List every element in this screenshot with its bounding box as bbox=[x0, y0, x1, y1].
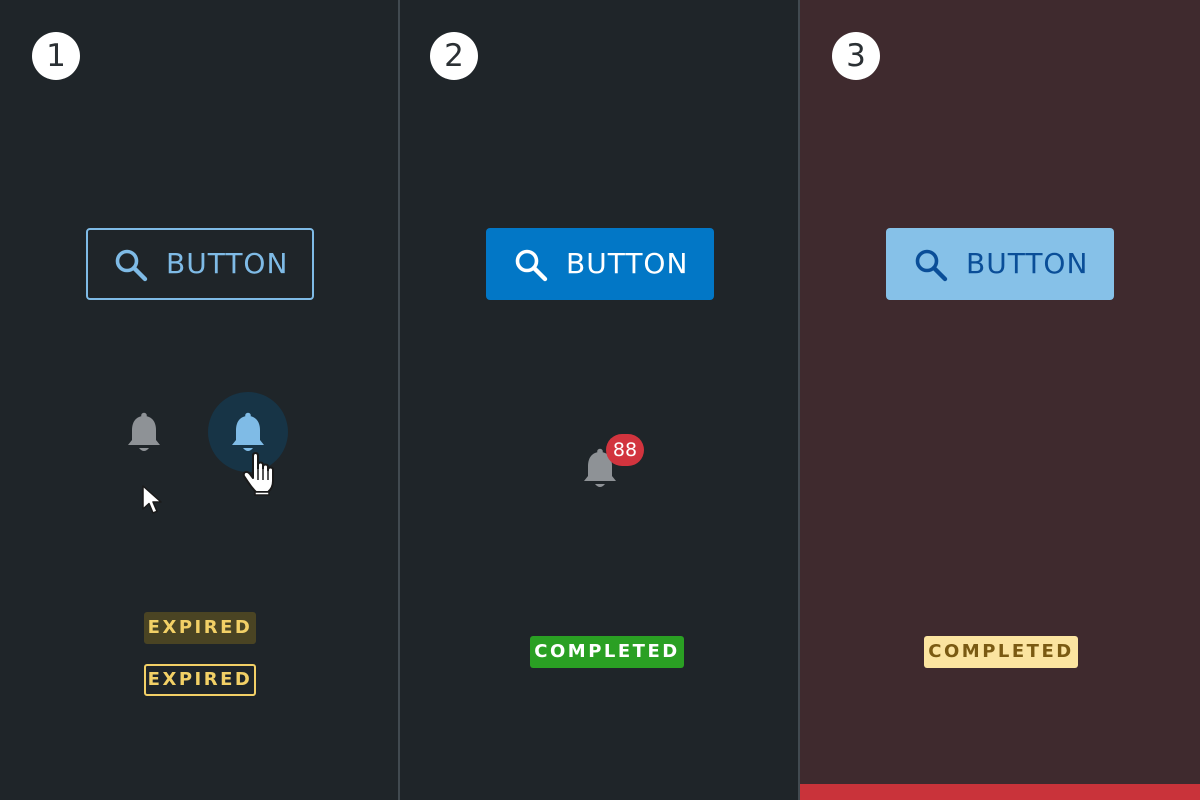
search-icon bbox=[915, 249, 948, 282]
search-button-solid[interactable]: BUTTON bbox=[486, 228, 714, 300]
bell-icon[interactable] bbox=[230, 412, 266, 454]
status-badge-completed-green: COMPLETED bbox=[530, 636, 684, 668]
status-badge-completed-yellow: COMPLETED bbox=[924, 636, 1078, 668]
search-button-light[interactable]: BUTTON bbox=[886, 228, 1114, 300]
button-label: BUTTON bbox=[166, 247, 289, 280]
panel-1: 1 BUTTON EXPIRED EXPIRED bbox=[0, 0, 399, 800]
panel-number-badge: 2 bbox=[430, 32, 478, 80]
status-badge-expired-outline: EXPIRED bbox=[144, 664, 256, 696]
panel-2: 2 BUTTON 88 COMPLETED bbox=[400, 0, 799, 800]
bell-icon[interactable] bbox=[126, 412, 162, 454]
panel-number-badge: 3 bbox=[832, 32, 880, 80]
search-button-outline[interactable]: BUTTON bbox=[86, 228, 314, 300]
button-label: BUTTON bbox=[566, 247, 689, 280]
error-bar bbox=[800, 784, 1200, 800]
hand-pointer-cursor-icon bbox=[242, 452, 274, 496]
search-icon bbox=[515, 249, 548, 282]
panel-number-badge: 1 bbox=[32, 32, 80, 80]
status-badge-expired-filled: EXPIRED bbox=[144, 612, 256, 644]
panel-3: 3 BUTTON COMPLETED bbox=[800, 0, 1200, 800]
arrow-cursor-icon bbox=[142, 485, 162, 514]
button-label: BUTTON bbox=[966, 247, 1089, 280]
notification-count-badge: 88 bbox=[606, 434, 644, 466]
search-icon bbox=[115, 249, 148, 282]
